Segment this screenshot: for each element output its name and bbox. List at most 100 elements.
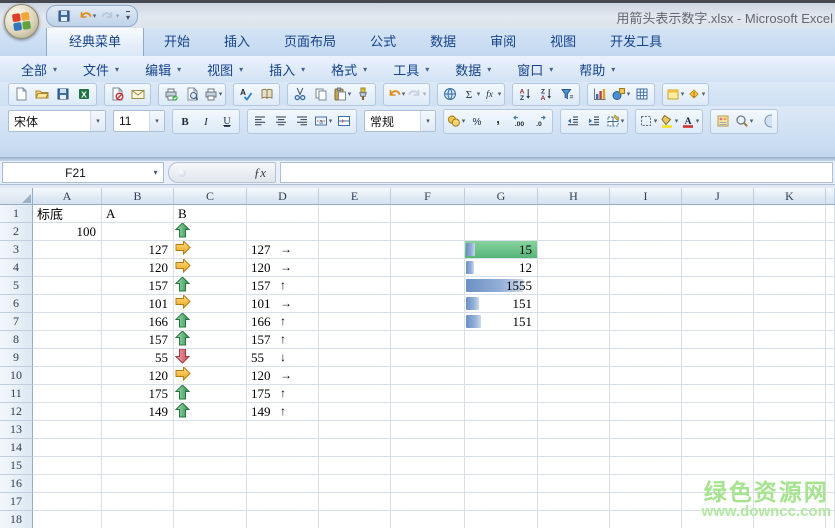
cell-D11[interactable]: 175↑ (247, 385, 319, 403)
cell-B12[interactable]: 149 (102, 403, 174, 421)
cell-C18[interactable] (174, 511, 247, 528)
cell-I5[interactable] (610, 277, 682, 295)
font-name-combo[interactable]: 宋体▾ (8, 110, 106, 132)
cell-B1[interactable]: A (102, 205, 174, 223)
cell-E4[interactable] (319, 259, 391, 277)
menu-窗口[interactable]: 窗口▾ (506, 56, 564, 83)
cell-D1[interactable] (247, 205, 319, 223)
research-button[interactable] (257, 85, 277, 103)
cell-K9[interactable] (754, 349, 826, 367)
cell-G2[interactable] (465, 223, 538, 241)
cell-B10[interactable]: 120 (102, 367, 174, 385)
cell-B3[interactable]: 127 (102, 241, 174, 259)
cell-A17[interactable] (33, 493, 102, 511)
cell-J8[interactable] (682, 331, 754, 349)
italic-button[interactable]: I (196, 112, 216, 130)
column-header-F[interactable]: F (391, 188, 465, 204)
sort-za-button[interactable]: ZA (536, 85, 556, 103)
merge-cell-button[interactable] (334, 112, 354, 130)
cell-E14[interactable] (319, 439, 391, 457)
align-left-button[interactable] (250, 112, 270, 130)
cell-H2[interactable] (538, 223, 610, 241)
cell-K18[interactable] (754, 511, 826, 528)
customize-quick-access-icon[interactable]: ▾ (126, 11, 130, 22)
cell-A6[interactable] (33, 295, 102, 313)
menu-全部[interactable]: 全部▾ (10, 56, 68, 83)
tab-插入[interactable]: 插入 (210, 26, 264, 56)
cell-C8[interactable] (174, 331, 247, 349)
cell-H6[interactable] (538, 295, 610, 313)
font-name-combo-dropdown-icon[interactable]: ▾ (90, 111, 105, 131)
cell-J15[interactable] (682, 457, 754, 475)
print-setup-button[interactable]: ▾ (203, 85, 223, 103)
cell-H18[interactable] (538, 511, 610, 528)
cell-E11[interactable] (319, 385, 391, 403)
cell-H5[interactable] (538, 277, 610, 295)
cell-E8[interactable] (319, 331, 391, 349)
cell-K7[interactable] (754, 313, 826, 331)
cell-G18[interactable] (465, 511, 538, 528)
cell-G13[interactable] (465, 421, 538, 439)
cell-J6[interactable] (682, 295, 754, 313)
cell-I15[interactable] (610, 457, 682, 475)
cell-E9[interactable] (319, 349, 391, 367)
row-header-11[interactable]: 11 (0, 385, 33, 403)
draw-border-grid-button[interactable]: ▾ (605, 112, 625, 130)
cell-F18[interactable] (391, 511, 465, 528)
cell-F16[interactable] (391, 475, 465, 493)
cell-I3[interactable] (610, 241, 682, 259)
cell-A1[interactable]: 标底 (33, 205, 102, 223)
cell-D10[interactable]: 120→ (247, 367, 319, 385)
print-preview-button[interactable] (182, 85, 202, 103)
cell-I8[interactable] (610, 331, 682, 349)
cell-K8[interactable] (754, 331, 826, 349)
cell-D13[interactable] (247, 421, 319, 439)
row-header-13[interactable]: 13 (0, 421, 33, 439)
cell-I4[interactable] (610, 259, 682, 277)
name-box[interactable]: F21 ▾ (2, 162, 164, 183)
cell-H7[interactable] (538, 313, 610, 331)
row-header-7[interactable]: 7 (0, 313, 33, 331)
format-painter-button[interactable] (353, 85, 373, 103)
cell-A13[interactable] (33, 421, 102, 439)
open-folder-button[interactable] (32, 85, 52, 103)
partial-button[interactable] (755, 112, 775, 130)
cell-F6[interactable] (391, 295, 465, 313)
cell-B11[interactable]: 175 (102, 385, 174, 403)
cell-A12[interactable] (33, 403, 102, 421)
cell-E2[interactable] (319, 223, 391, 241)
cell-E15[interactable] (319, 457, 391, 475)
cell-K15[interactable] (754, 457, 826, 475)
cell-styles-button[interactable] (713, 112, 733, 130)
cell-K10[interactable] (754, 367, 826, 385)
cell-B7[interactable]: 166 (102, 313, 174, 331)
cell-C15[interactable] (174, 457, 247, 475)
cell-G17[interactable] (465, 493, 538, 511)
column-header-J[interactable]: J (682, 188, 754, 204)
cell-F2[interactable] (391, 223, 465, 241)
increase-indent-button[interactable] (584, 112, 604, 130)
sort-az-button[interactable]: AZ (515, 85, 535, 103)
cell-B2[interactable] (102, 223, 174, 241)
cell-C7[interactable] (174, 313, 247, 331)
column-header-E[interactable]: E (319, 188, 391, 204)
cell-C1[interactable]: B (174, 205, 247, 223)
cell-G14[interactable] (465, 439, 538, 457)
cell-F17[interactable] (391, 493, 465, 511)
font-color-button[interactable]: A▾ (680, 112, 700, 130)
cell-I17[interactable] (610, 493, 682, 511)
column-header-I[interactable]: I (610, 188, 682, 204)
cell-G15[interactable] (465, 457, 538, 475)
cell-C4[interactable] (174, 259, 247, 277)
cell-C5[interactable] (174, 277, 247, 295)
row-header-14[interactable]: 14 (0, 439, 33, 457)
copy-button[interactable] (311, 85, 331, 103)
cell-K16[interactable] (754, 475, 826, 493)
save-button[interactable] (53, 85, 73, 103)
merge-center-button[interactable]: a▾ (313, 112, 333, 130)
row-header-6[interactable]: 6 (0, 295, 33, 313)
cell-K12[interactable] (754, 403, 826, 421)
cell-C16[interactable] (174, 475, 247, 493)
cell-D2[interactable] (247, 223, 319, 241)
cell-E3[interactable] (319, 241, 391, 259)
